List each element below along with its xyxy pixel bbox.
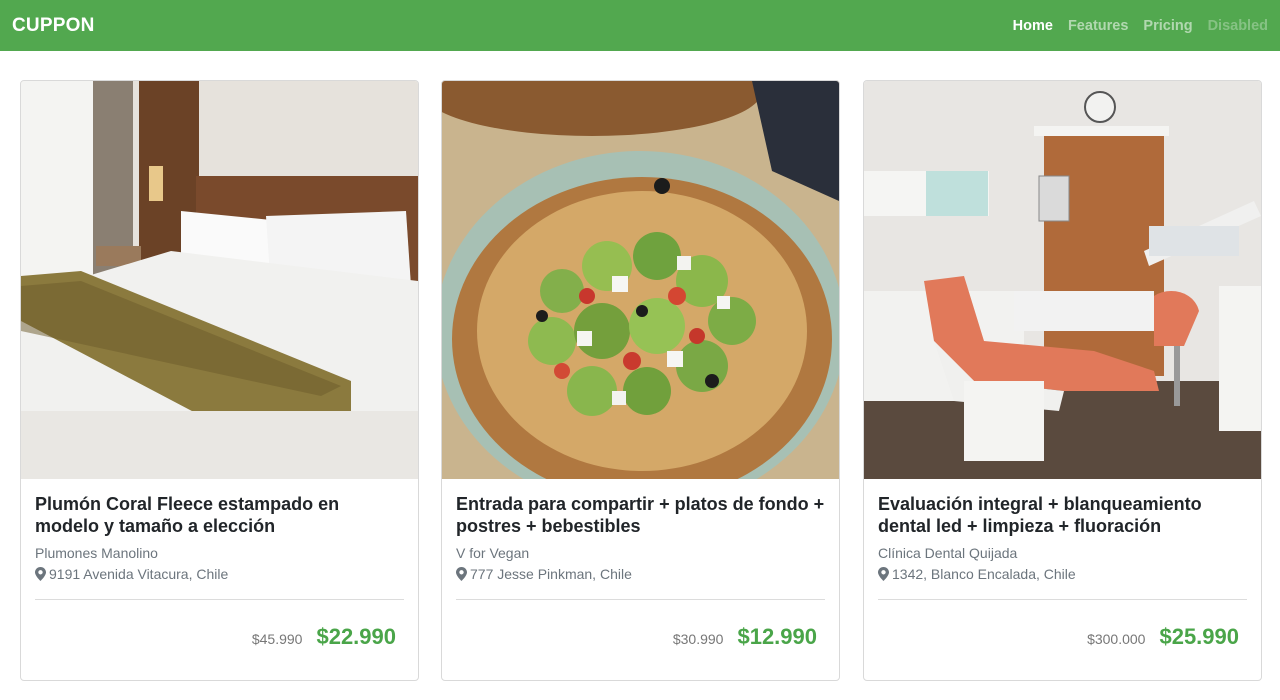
deal-address-text: 1342, Blanco Encalada, Chile bbox=[892, 566, 1076, 582]
deal-address: 1342, Blanco Encalada, Chile bbox=[878, 563, 1247, 585]
deal-merchant: Clínica Dental Quijada bbox=[878, 545, 1018, 561]
old-price: $30.990 bbox=[672, 631, 724, 647]
deal-title[interactable]: Evaluación integral + blanqueamiento den… bbox=[878, 493, 1247, 537]
price-row: $300.000 $25.990 bbox=[878, 600, 1247, 650]
deal-address-text: 777 Jesse Pinkman, Chile bbox=[470, 566, 632, 582]
card-body: Plumón Coral Fleece estampado en modelo … bbox=[21, 479, 418, 650]
deal-card[interactable]: Entrada para compartir + platos de fondo… bbox=[441, 80, 840, 681]
nav-link-disabled: Disabled bbox=[1207, 17, 1268, 34]
map-pin-icon bbox=[878, 567, 889, 581]
deal-address: 777 Jesse Pinkman, Chile bbox=[456, 563, 825, 585]
deal-merchant: Plumones Manolino bbox=[35, 545, 158, 561]
nav-link-home[interactable]: Home bbox=[1013, 18, 1053, 34]
card-body: Evaluación integral + blanqueamiento den… bbox=[864, 479, 1261, 650]
brand-logo[interactable]: CUPPON bbox=[12, 15, 95, 37]
deal-title[interactable]: Entrada para compartir + platos de fondo… bbox=[456, 493, 825, 537]
new-price: $22.990 bbox=[316, 624, 396, 649]
deal-merchant: V for Vegan bbox=[456, 545, 530, 561]
old-price: $45.990 bbox=[251, 631, 303, 647]
salad-bowl-image[interactable] bbox=[442, 81, 839, 479]
navbar: CUPPON Home Features Pricing Disabled bbox=[0, 0, 1280, 51]
hotel-bed-image[interactable] bbox=[21, 81, 418, 479]
card-body: Entrada para compartir + platos de fondo… bbox=[442, 479, 839, 650]
new-price: $12.990 bbox=[737, 624, 817, 649]
price-row: $30.990 $12.990 bbox=[456, 600, 825, 650]
old-price: $300.000 bbox=[1087, 631, 1146, 647]
map-pin-icon bbox=[35, 567, 46, 581]
map-pin-icon bbox=[456, 567, 467, 581]
nav-link-features[interactable]: Features bbox=[1068, 18, 1128, 34]
nav-links: Home Features Pricing Disabled bbox=[1013, 18, 1268, 34]
deal-title[interactable]: Plumón Coral Fleece estampado en modelo … bbox=[35, 493, 404, 537]
deal-address-text: 9191 Avenida Vitacura, Chile bbox=[49, 566, 229, 582]
deal-card[interactable]: Plumón Coral Fleece estampado en modelo … bbox=[20, 80, 419, 681]
dental-clinic-image[interactable] bbox=[864, 81, 1261, 479]
deal-card[interactable]: Evaluación integral + blanqueamiento den… bbox=[863, 80, 1262, 681]
nav-link-pricing[interactable]: Pricing bbox=[1143, 18, 1192, 34]
deal-address: 9191 Avenida Vitacura, Chile bbox=[35, 563, 404, 585]
new-price: $25.990 bbox=[1159, 624, 1239, 649]
price-row: $45.990 $22.990 bbox=[35, 600, 404, 650]
